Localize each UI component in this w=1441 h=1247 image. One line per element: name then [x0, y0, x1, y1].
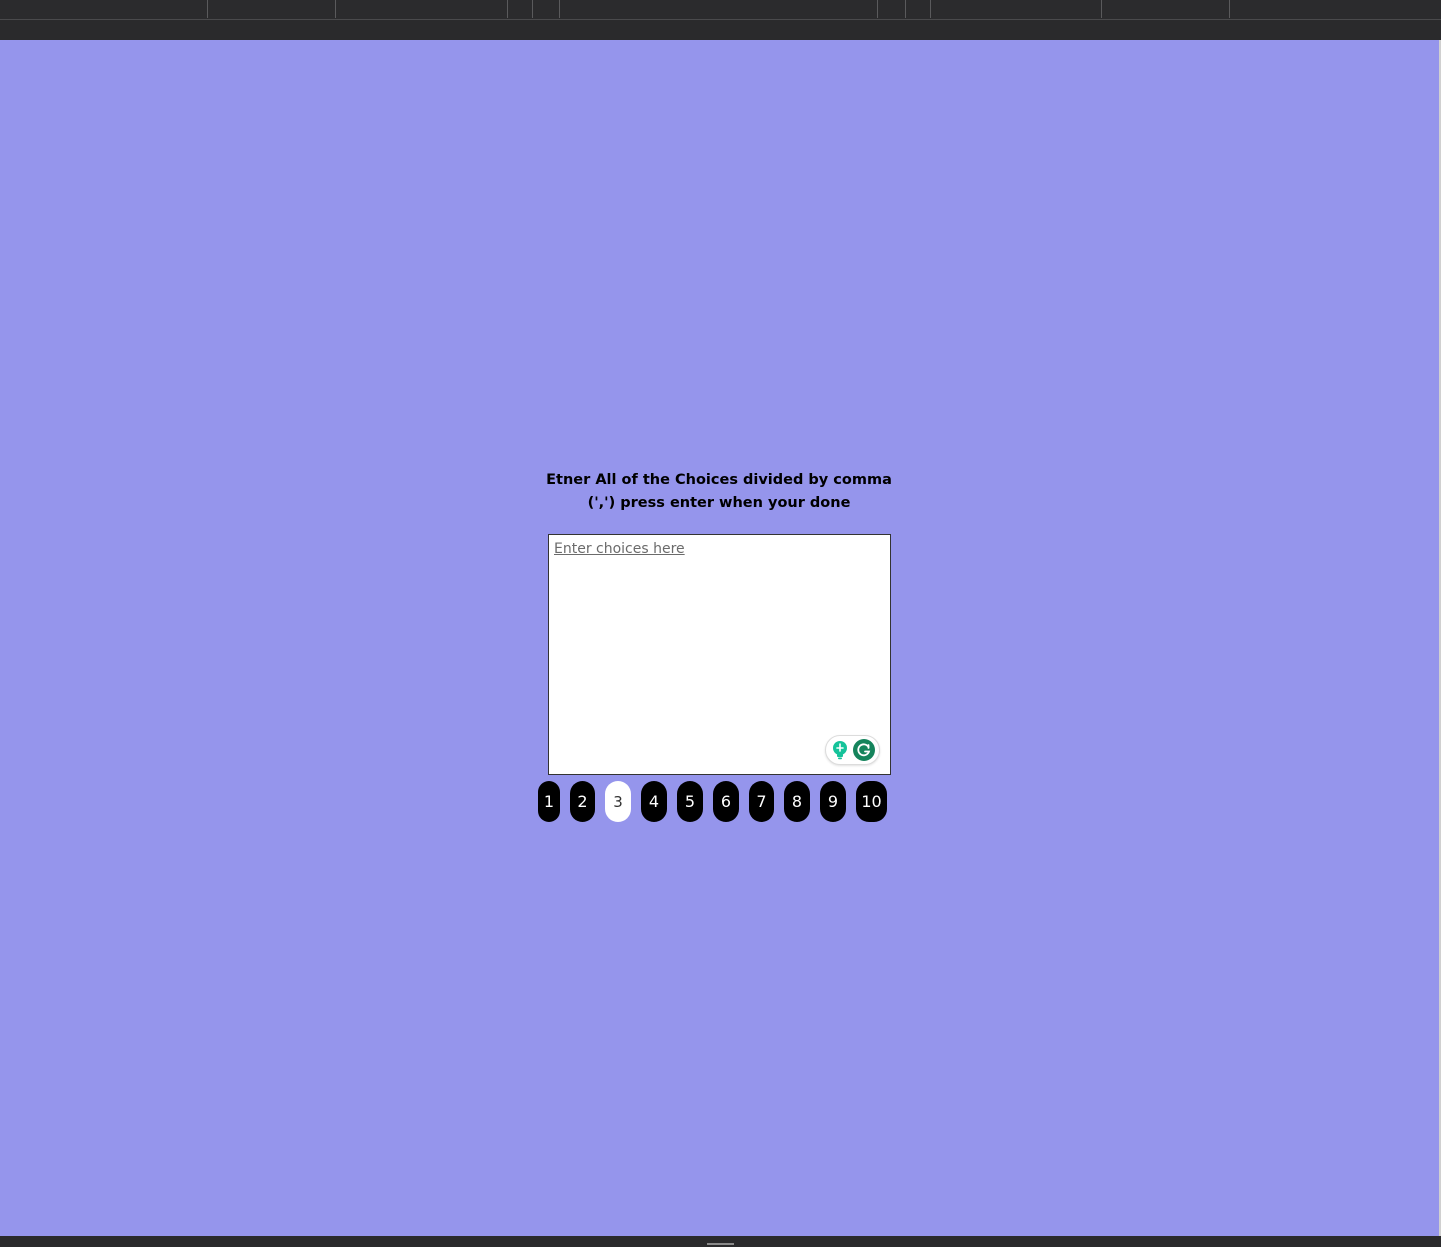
page-button-5[interactable]: 5	[677, 781, 703, 822]
instruction-line-2: (',') press enter when your done	[587, 495, 851, 511]
page-button-3[interactable]: 3	[605, 781, 631, 822]
tab-separator	[877, 0, 878, 18]
tab-separator	[507, 0, 508, 18]
tab-separator	[1229, 0, 1230, 18]
choices-textarea-container	[548, 534, 891, 775]
page-button-10[interactable]: 10	[856, 781, 887, 822]
tab-separator	[930, 0, 931, 18]
resize-handle[interactable]	[707, 1243, 734, 1245]
page-button-6[interactable]: 6	[713, 781, 739, 822]
page-button-1[interactable]: 1	[538, 781, 560, 822]
page-button-8[interactable]: 8	[784, 781, 810, 822]
page-button-7[interactable]: 7	[749, 781, 774, 822]
page-viewport: Etner All of the Choices divided by comm…	[0, 40, 1439, 1236]
browser-toolbar-strip	[0, 20, 1441, 40]
choices-panel: Etner All of the Choices divided by comm…	[0, 40, 1439, 1236]
tab-separator	[532, 0, 533, 18]
grammarly-widget[interactable]	[825, 735, 880, 765]
tab-separator	[559, 0, 560, 18]
instruction-text: Etner All of the Choices divided by comm…	[529, 469, 909, 515]
instruction-line-1: Etner All of the Choices divided by comm…	[546, 472, 892, 488]
lightbulb-icon[interactable]	[830, 740, 850, 760]
tab-separator	[207, 0, 208, 18]
page-button-9[interactable]: 9	[820, 781, 846, 822]
browser-top-strip	[0, 0, 1441, 20]
page-button-2[interactable]: 2	[570, 781, 595, 822]
page-button-4[interactable]: 4	[641, 781, 667, 822]
tab-separator	[1101, 0, 1102, 18]
grammarly-g-icon[interactable]	[853, 739, 876, 761]
browser-bottom-bar	[0, 1236, 1441, 1247]
tab-separator	[905, 0, 906, 18]
tab-separator	[335, 0, 336, 18]
